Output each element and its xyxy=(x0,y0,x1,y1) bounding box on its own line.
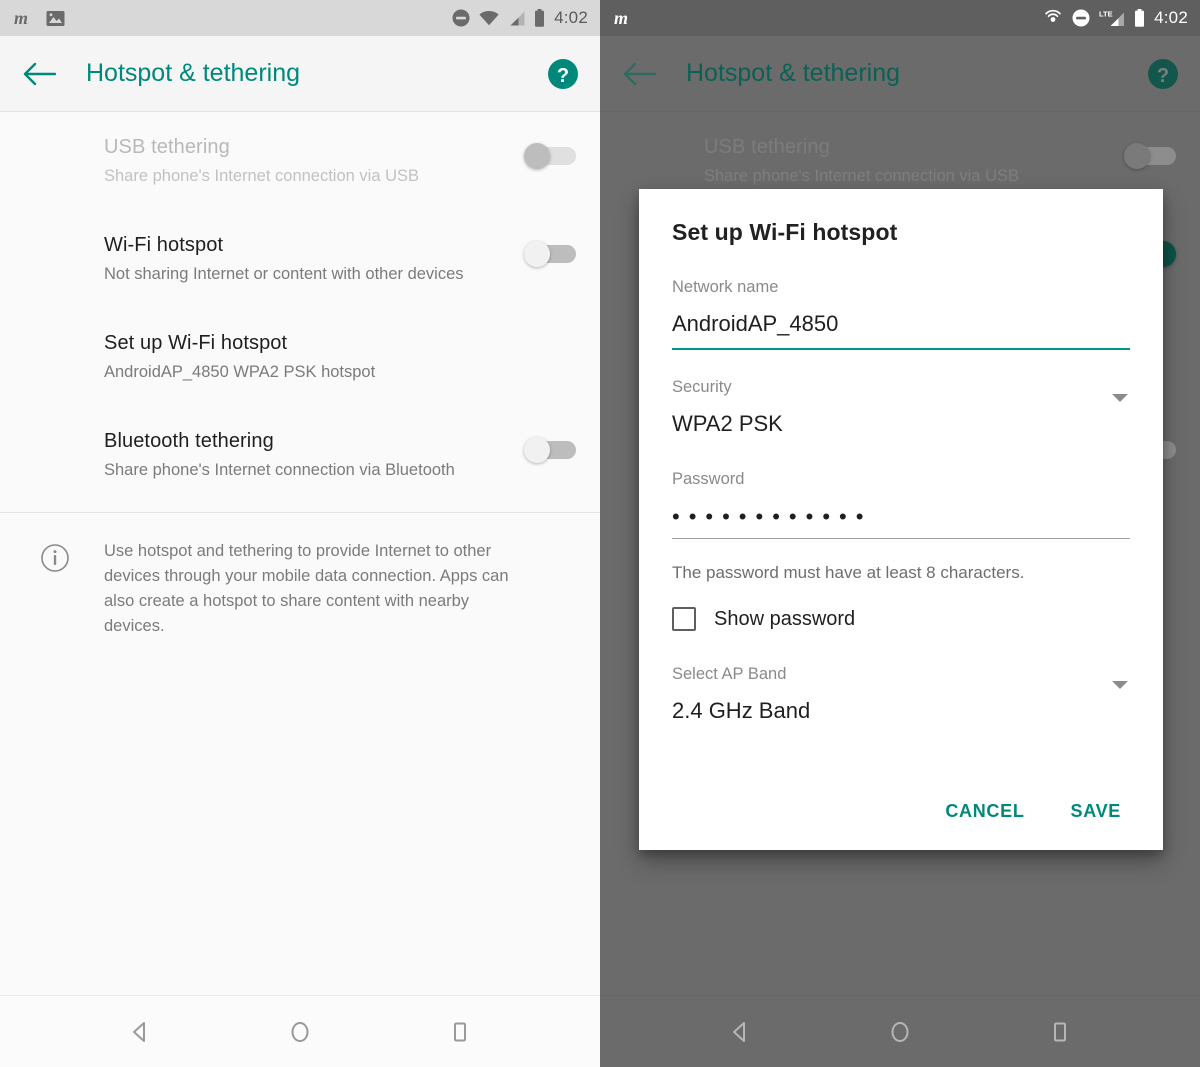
dialog-title: Set up Wi-Fi hotspot xyxy=(672,219,898,245)
show-password-row[interactable]: Show password xyxy=(672,607,1130,631)
usb-tethering-toggle[interactable] xyxy=(524,140,576,172)
status-icons: LTE 4:02 xyxy=(1043,8,1188,28)
info-icon xyxy=(24,539,104,573)
status-bar: m LTE 4:02 xyxy=(600,0,1200,36)
svg-text:m: m xyxy=(614,8,628,28)
notification-icons: m xyxy=(14,8,65,28)
page-title: Hotspot & tethering xyxy=(686,59,901,87)
home-circle-icon[interactable] xyxy=(888,1020,912,1044)
row-title: USB tethering xyxy=(704,136,830,158)
wifi-hotspot-toggle[interactable] xyxy=(524,238,576,270)
footer-info: Use hotspot and tethering to provide Int… xyxy=(0,513,600,665)
help-icon[interactable]: ? xyxy=(1146,57,1180,91)
chevron-down-icon[interactable] xyxy=(1112,394,1128,402)
save-button[interactable]: SAVE xyxy=(1057,791,1135,832)
navigation-bar xyxy=(0,995,600,1067)
setup-wifi-hotspot-dialog: Set up Wi-Fi hotspot Network name Androi… xyxy=(639,189,1163,850)
app-bar: Hotspot & tethering ? xyxy=(600,36,1200,112)
back-triangle-icon[interactable] xyxy=(128,1020,152,1044)
m-logo-icon: m xyxy=(14,8,36,28)
security-label: Security xyxy=(672,378,732,396)
network-name-field[interactable]: Network name AndroidAP_4850 xyxy=(672,276,1130,350)
security-select[interactable]: Security WPA2 PSK xyxy=(672,376,1130,448)
ap-band-select[interactable]: Select AP Band 2.4 GHz Band xyxy=(672,663,1130,735)
usb-tethering-toggle xyxy=(1124,140,1176,172)
password-underline xyxy=(672,538,1130,539)
footer-info-text: Use hotspot and tethering to provide Int… xyxy=(104,542,509,635)
row-title: USB tethering xyxy=(104,136,230,158)
list-item[interactable]: USB tethering Share phone's Internet con… xyxy=(0,112,600,210)
chevron-down-icon[interactable] xyxy=(1112,681,1128,689)
show-password-label: Show password xyxy=(714,607,856,630)
bluetooth-tethering-toggle[interactable] xyxy=(524,434,576,466)
clock: 4:02 xyxy=(1154,8,1188,27)
cellular-signal-icon xyxy=(508,11,525,26)
wifi-icon xyxy=(479,10,499,26)
back-arrow-icon[interactable] xyxy=(22,61,62,87)
list-item[interactable]: Set up Wi-Fi hotspot AndroidAP_4850 WPA2… xyxy=(0,308,600,406)
recents-square-icon[interactable] xyxy=(448,1020,472,1044)
m-logo-icon: m xyxy=(614,8,636,28)
row-title: Wi-Fi hotspot xyxy=(104,234,224,256)
row-subtitle: Not sharing Internet or content with oth… xyxy=(104,265,464,283)
recents-square-icon[interactable] xyxy=(1048,1020,1072,1044)
row-subtitle: AndroidAP_4850 WPA2 PSK hotspot xyxy=(104,363,376,381)
app-bar: Hotspot & tethering ? xyxy=(0,36,600,112)
page-title: Hotspot & tethering xyxy=(86,59,301,87)
svg-text:LTE: LTE xyxy=(1099,10,1113,19)
dual-screenshot: m 4:02 Hotspot & tethering ? USB tetheri… xyxy=(0,0,1200,1067)
row-title: Set up Wi-Fi hotspot xyxy=(104,332,288,354)
notification-icons: m xyxy=(614,8,636,28)
battery-icon xyxy=(1134,9,1145,27)
home-circle-icon[interactable] xyxy=(288,1020,312,1044)
hotspot-icon xyxy=(1043,8,1063,28)
ap-band-label: Select AP Band xyxy=(672,665,787,683)
password-label: Password xyxy=(672,470,745,488)
network-name-label: Network name xyxy=(672,278,779,296)
password-input[interactable]: •••••••••••• xyxy=(672,490,1130,538)
list-item[interactable]: Bluetooth tethering Share phone's Intern… xyxy=(0,406,600,504)
row-subtitle: Share phone's Internet connection via US… xyxy=(104,167,420,185)
network-name-input[interactable]: AndroidAP_4850 xyxy=(672,298,1130,348)
status-bar: m 4:02 xyxy=(0,0,600,36)
password-hint: The password must have at least 8 charac… xyxy=(672,563,1025,582)
row-subtitle: Share phone's Internet connection via Bl… xyxy=(104,461,455,479)
network-name-underline xyxy=(672,348,1130,350)
show-password-checkbox[interactable] xyxy=(672,607,696,631)
security-value[interactable]: WPA2 PSK xyxy=(672,398,1130,448)
row-title: Bluetooth tethering xyxy=(104,430,274,452)
clock: 4:02 xyxy=(554,8,588,27)
settings-list: USB tethering Share phone's Internet con… xyxy=(0,112,600,1067)
svg-text:?: ? xyxy=(557,65,569,87)
settings-list-dimmed: USB tethering Share phone's Internet con… xyxy=(600,112,1200,1067)
battery-icon xyxy=(534,9,545,27)
list-item[interactable]: Wi-Fi hotspot Not sharing Internet or co… xyxy=(0,210,600,308)
help-icon[interactable]: ? xyxy=(546,57,580,91)
left-panel: m 4:02 Hotspot & tethering ? USB tetheri… xyxy=(0,0,600,1067)
cancel-button[interactable]: CANCEL xyxy=(931,791,1038,832)
password-field[interactable]: Password •••••••••••• xyxy=(672,468,1130,539)
do-not-disturb-icon xyxy=(452,9,470,27)
back-triangle-icon[interactable] xyxy=(728,1020,752,1044)
row-subtitle: Share phone's Internet connection via US… xyxy=(704,167,1020,185)
svg-text:m: m xyxy=(14,8,28,28)
dialog-actions: CANCEL SAVE xyxy=(931,791,1135,832)
lte-signal-icon: LTE xyxy=(1099,9,1125,27)
image-icon xyxy=(46,10,65,27)
ap-band-value[interactable]: 2.4 GHz Band xyxy=(672,685,1130,735)
status-icons: 4:02 xyxy=(452,8,588,28)
svg-text:?: ? xyxy=(1157,65,1169,87)
do-not-disturb-icon xyxy=(1072,9,1090,27)
navigation-bar xyxy=(600,995,1200,1067)
right-panel: m LTE 4:02 Hotspot & tethering ? USB tet… xyxy=(600,0,1200,1067)
back-arrow-icon[interactable] xyxy=(622,61,662,87)
